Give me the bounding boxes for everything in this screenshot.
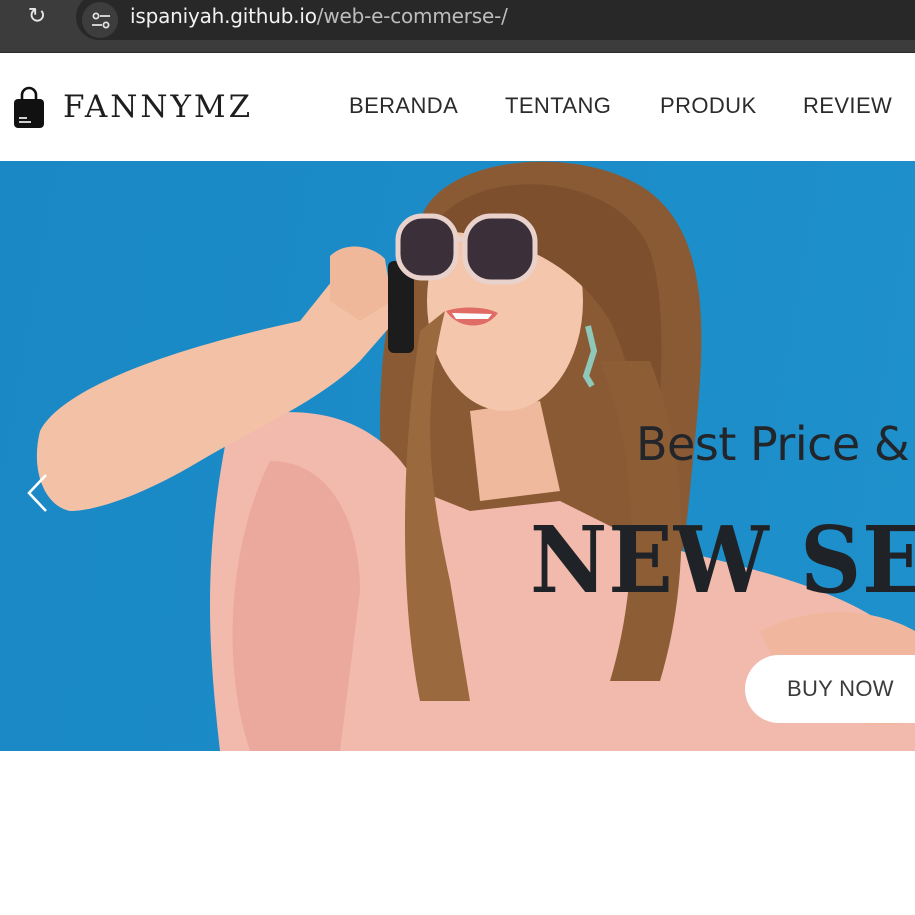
- brand-name[interactable]: FANNYMZ: [63, 89, 253, 125]
- buy-now-button[interactable]: BUY NOW: [745, 655, 915, 723]
- browser-toolbar: ↻ ispaniyah.github.io/web-e-commerse-/: [0, 0, 915, 53]
- url-host: ispaniyah.github.io: [130, 4, 317, 28]
- address-bar[interactable]: ispaniyah.github.io/web-e-commerse-/: [76, 0, 915, 40]
- url-text: ispaniyah.github.io/web-e-commerse-/: [130, 4, 508, 28]
- nav-produk[interactable]: PRODUK: [660, 93, 757, 119]
- reload-icon[interactable]: ↻: [24, 4, 50, 30]
- tune-icon: [92, 12, 110, 29]
- url-path: /web-e-commerse-/: [316, 4, 508, 28]
- hero-carousel: Best Price & NEW SEA BUY NOW: [0, 161, 915, 751]
- hero-headline: NEW SEA: [530, 506, 915, 614]
- hero-tagline: Best Price &: [636, 417, 910, 471]
- nav-tentang[interactable]: TENTANG: [505, 93, 611, 119]
- site-info-button[interactable]: [82, 2, 118, 38]
- nav-beranda[interactable]: BERANDA: [349, 93, 458, 119]
- site-header: FANNYMZ BERANDA TENTANG PRODUK REVIEW: [0, 53, 915, 161]
- nav-review[interactable]: REVIEW: [803, 93, 892, 119]
- shopping-bag-icon[interactable]: [12, 86, 46, 130]
- chevron-left-icon[interactable]: [26, 473, 50, 513]
